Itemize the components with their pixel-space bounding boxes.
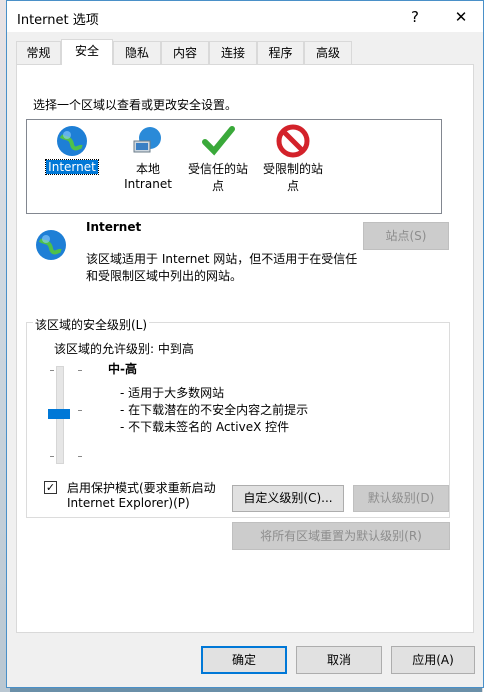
level-name: 中-高	[108, 362, 137, 376]
window-title: Internet 选项	[17, 13, 99, 28]
globe-icon	[36, 230, 66, 260]
ok-button[interactable]: 确定	[201, 646, 287, 674]
level-bullet-1: - 适用于大多数网站	[120, 386, 225, 400]
globe-icon	[57, 126, 87, 156]
level-bullet-3: - 不下载未签名的 ActiveX 控件	[120, 420, 290, 434]
protected-mode-label-1[interactable]: 启用保护模式(要求重新启动	[67, 479, 216, 496]
tab-general[interactable]: 常规	[16, 41, 61, 64]
cancel-button[interactable]: 取消	[296, 646, 382, 674]
title-bar[interactable]: Internet 选项 ? ✕	[7, 1, 483, 32]
custom-level-button[interactable]: 自定义级别(C)...	[232, 485, 344, 512]
tab-advanced[interactable]: 高级	[304, 41, 352, 64]
slider-tick	[78, 456, 82, 457]
slider-tick	[78, 370, 82, 371]
allowed-level-text: 该区域的允许级别: 中到高	[54, 342, 194, 356]
slider-tick	[50, 456, 54, 457]
zone-trusted-label-1: 受信任的站	[187, 162, 248, 176]
protected-mode-label-2[interactable]: Internet Explorer)(P)	[67, 496, 190, 510]
zone-restricted-label-1: 受限制的站	[262, 162, 323, 176]
tab-privacy[interactable]: 隐私	[113, 41, 161, 64]
zone-trusted-label-2: 点	[211, 179, 224, 193]
tab-connections[interactable]: 连接	[209, 41, 257, 64]
tab-security[interactable]: 安全	[61, 39, 113, 65]
slider-tick	[78, 410, 82, 411]
default-level-button[interactable]: 默认级别(D)	[353, 485, 449, 512]
tab-content[interactable]: 内容	[161, 41, 209, 64]
help-button[interactable]: ?	[397, 4, 433, 30]
zone-description-line1: 该区域适用于 Internet 网站，但不适用于在受信任	[86, 252, 358, 266]
slider-tick	[50, 370, 54, 371]
intranet-icon	[133, 127, 161, 153]
reset-all-zones-button[interactable]: 将所有区域重置为默认级别(R)	[232, 522, 450, 550]
sites-button[interactable]: 站点(S)	[363, 222, 449, 250]
zone-list: Internet 本地 Intranet 受信任的站 点 受限制的站 点	[26, 119, 442, 214]
zone-local-intranet[interactable]: 本地 Intranet	[112, 120, 184, 191]
tab-programs[interactable]: 程序	[257, 41, 304, 64]
security-slider-thumb[interactable]	[48, 409, 70, 419]
level-bullet-2: - 在下载潜在的不安全内容之前提示	[120, 403, 309, 417]
protected-mode-checkbox[interactable]: ✓	[44, 481, 57, 494]
zone-description-line2: 和受限制区域中列出的网站。	[86, 269, 243, 283]
zone-restricted-label-2: 点	[286, 179, 299, 193]
zones-prompt: 选择一个区域以查看或更改安全设置。	[33, 98, 238, 112]
close-button[interactable]: ✕	[443, 4, 479, 30]
apply-button[interactable]: 应用(A)	[391, 646, 475, 674]
zone-intranet-label-1: 本地	[135, 162, 160, 176]
zone-internet-label: Internet	[45, 159, 99, 175]
zone-trusted-sites[interactable]: 受信任的站 点	[182, 120, 254, 194]
zone-name: Internet	[86, 220, 142, 234]
zone-internet[interactable]: Internet	[36, 120, 108, 175]
zone-restricted-sites[interactable]: 受限制的站 点	[257, 120, 329, 194]
restricted-icon	[276, 124, 310, 158]
zone-intranet-label-2: Intranet	[124, 177, 172, 191]
checkmark-icon	[202, 126, 235, 156]
security-level-label: 该区域的安全级别(L)	[33, 316, 150, 333]
